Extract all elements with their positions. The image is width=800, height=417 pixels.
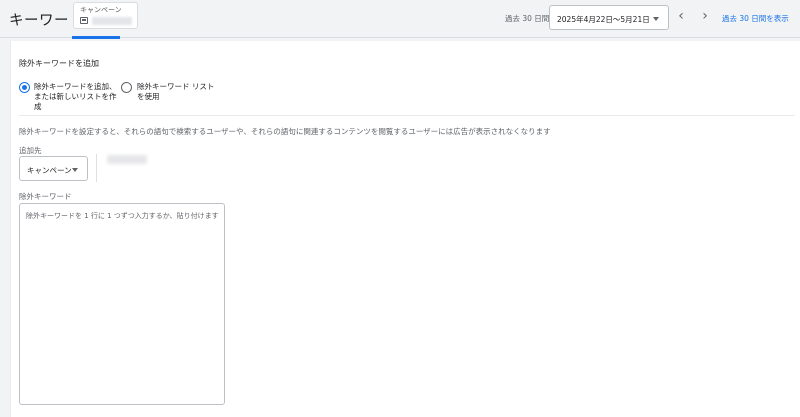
- campaign-name-redacted: [92, 17, 132, 25]
- date-range-dropdown[interactable]: 2025年4月22日〜5月21日: [549, 5, 669, 30]
- next-period-button[interactable]: ›: [697, 9, 713, 25]
- section-title: 除外キーワードを追加: [19, 59, 99, 68]
- date-range-value: 2025年4月22日〜5月21日: [557, 15, 650, 24]
- keywords-label: 除外キーワード: [19, 192, 72, 201]
- destination-value: キャンペーン: [27, 166, 72, 175]
- radio-add-or-new-list[interactable]: [19, 82, 30, 93]
- show-last-30-days-link[interactable]: 過去 30 日間を表示: [722, 13, 789, 24]
- chevron-down-icon: [72, 168, 78, 172]
- separator: [96, 154, 97, 182]
- keywords-placeholder: 除外キーワードを 1 行に 1 つずつ入力するか、貼り付けます: [26, 212, 219, 220]
- destination-dropdown[interactable]: キャンペーン: [19, 156, 88, 181]
- destination-label: 追加先: [19, 146, 42, 155]
- campaign-icon: [80, 17, 88, 24]
- negative-keyword-panel: 除外キーワードを追加 除外キーワードを追加、 または新しいリストを作 成 除外キ…: [10, 41, 800, 417]
- radio-use-list[interactable]: [121, 82, 132, 93]
- description: 除外キーワードを設定すると、それらの語句で検索するユーザーや、それらの語句に関連…: [19, 127, 551, 136]
- active-tab-indicator: [72, 36, 120, 39]
- previous-period-button[interactable]: ‹: [673, 9, 689, 25]
- top-bar: キーワード キャンペーン 過去 30 日間 2025年4月22日〜5月21日 ‹…: [0, 0, 800, 39]
- chevron-down-icon: [653, 17, 659, 21]
- radio-use-list-label[interactable]: 除外キーワード リスト を使用: [137, 82, 214, 102]
- destination-name-redacted: [107, 155, 147, 164]
- radio-add-or-new-list-label[interactable]: 除外キーワードを追加、 または新しいリストを作 成: [34, 82, 117, 112]
- period-label: 過去 30 日間: [505, 14, 550, 23]
- campaign-selector[interactable]: キャンペーン: [73, 2, 138, 29]
- campaign-selector-label: キャンペーン: [80, 6, 122, 14]
- divider: [19, 115, 795, 116]
- negative-keywords-textarea[interactable]: 除外キーワードを 1 行に 1 つずつ入力するか、貼り付けます: [19, 203, 225, 405]
